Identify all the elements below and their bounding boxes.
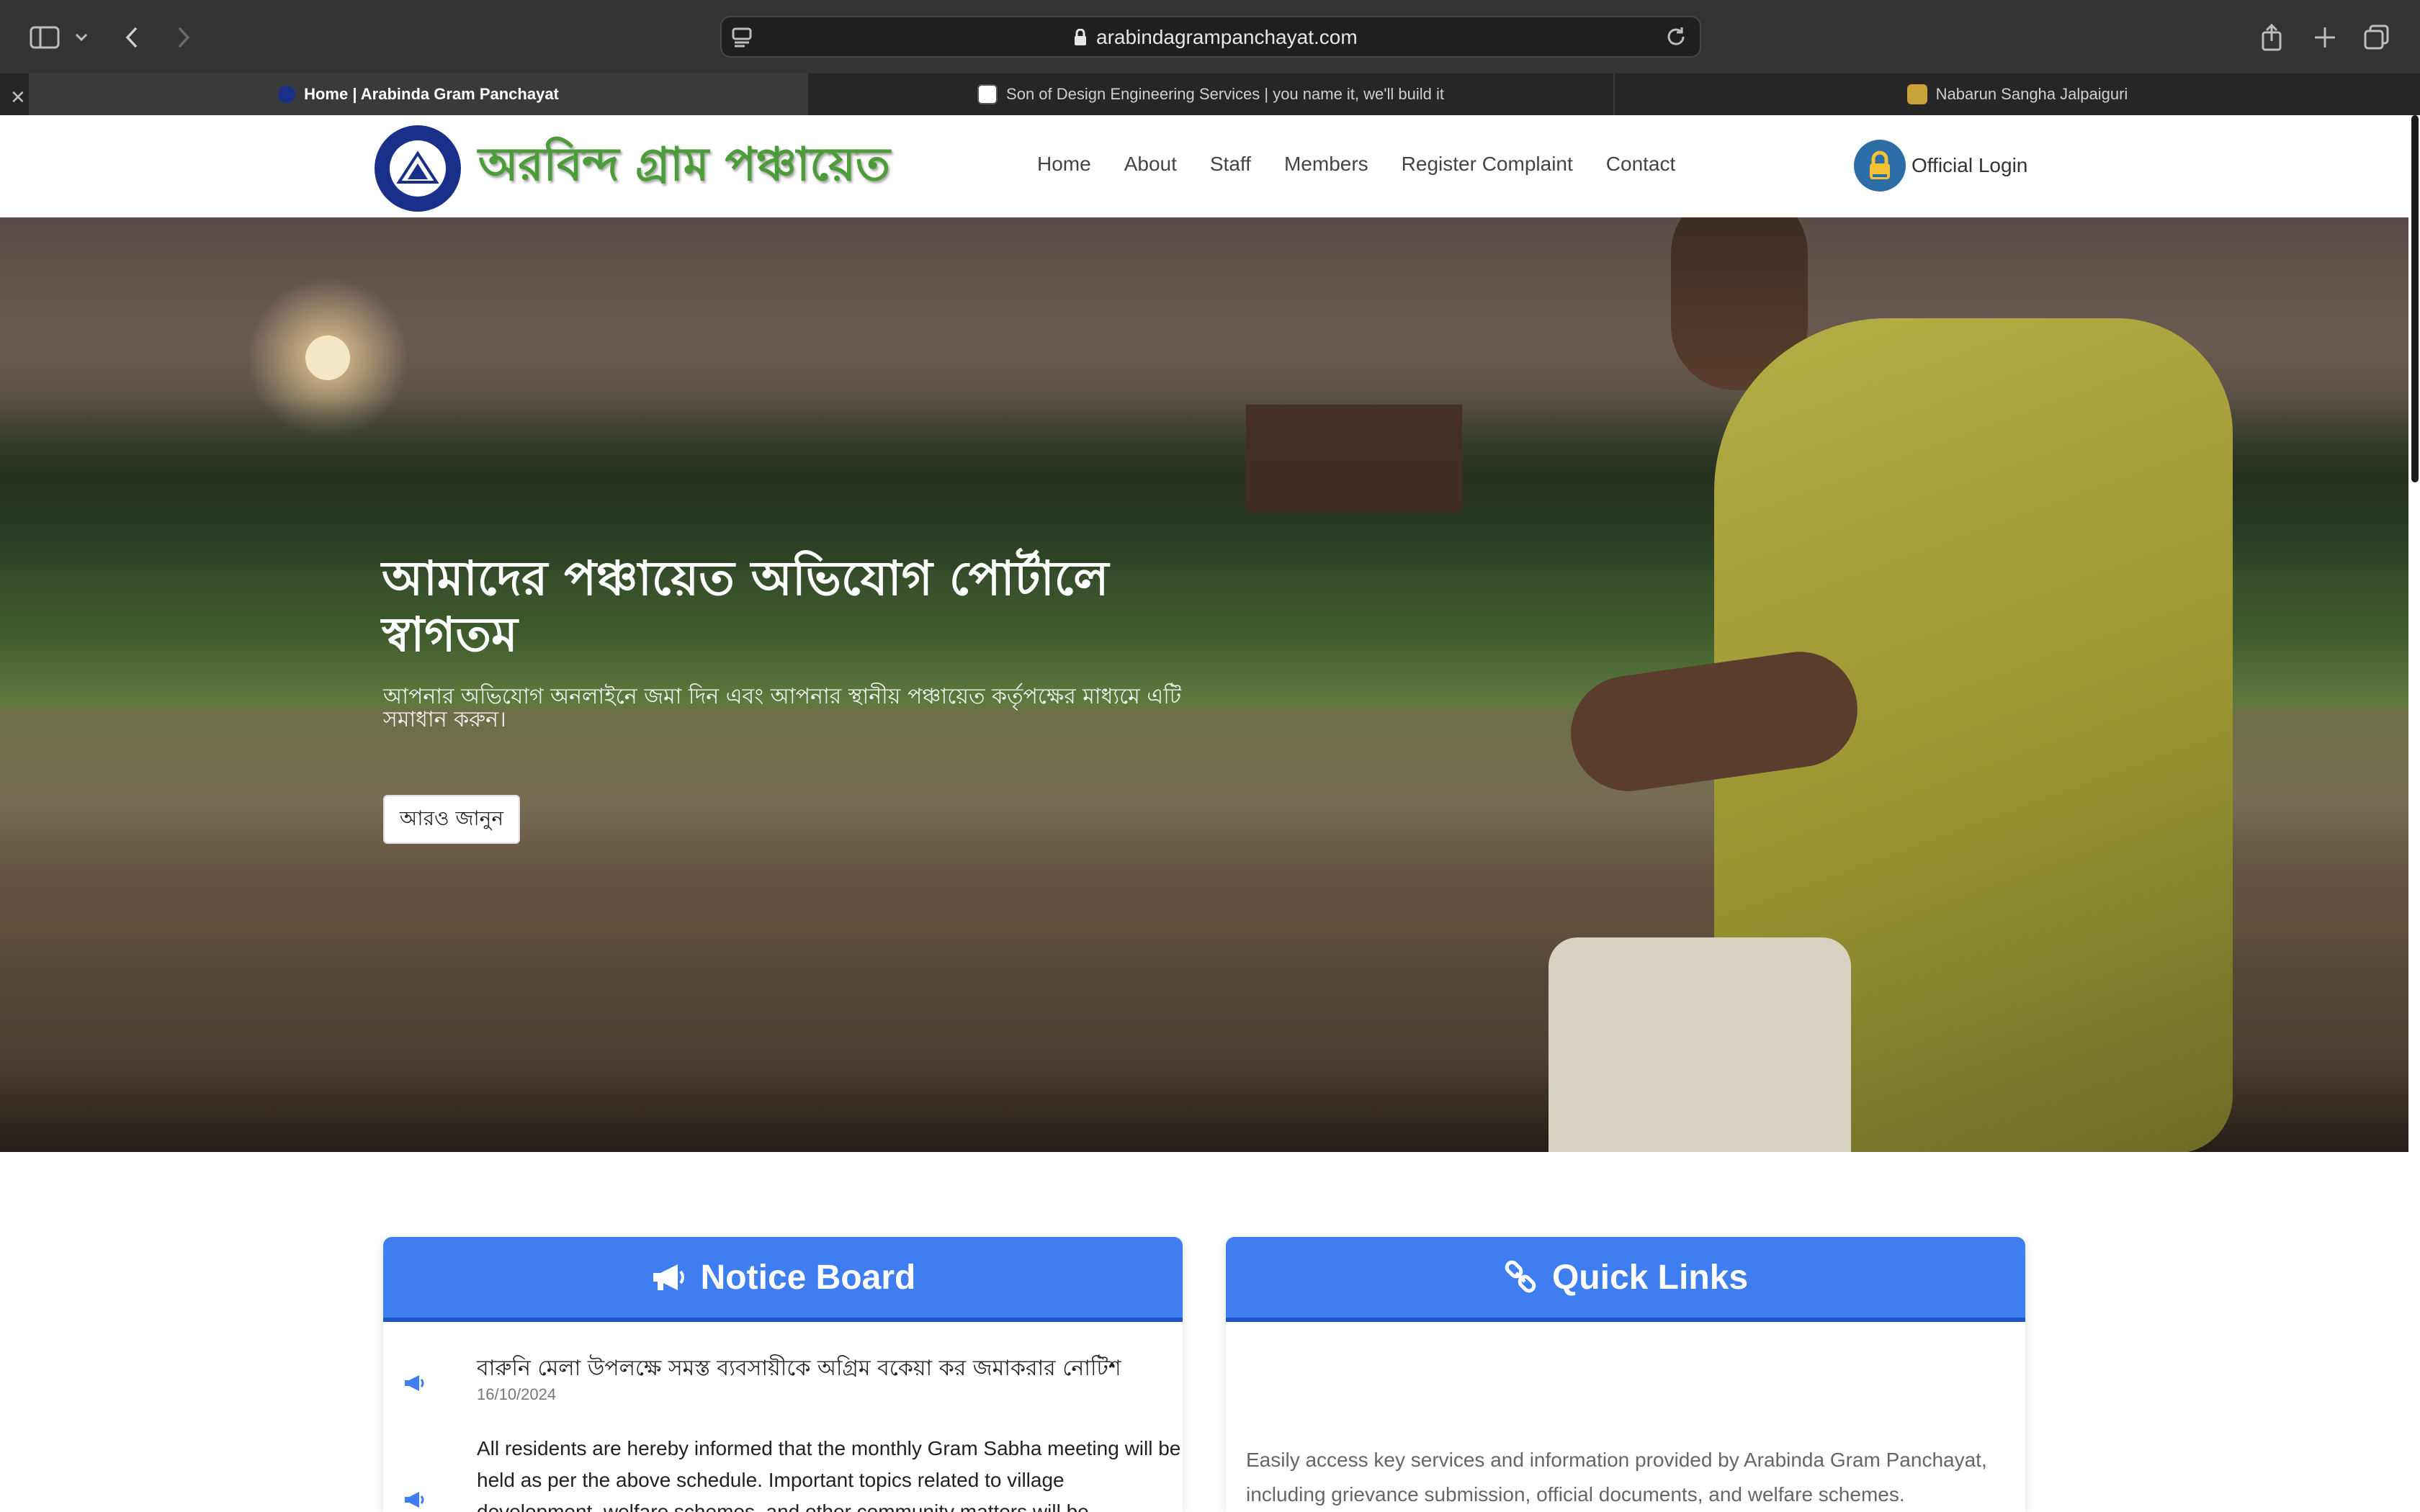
reload-icon[interactable]	[1665, 26, 1687, 51]
tab-label: Nabarun Sangha Jalpaiguri	[1935, 85, 2128, 103]
new-tab-icon[interactable]	[2311, 22, 2339, 53]
notice-board-header: Notice Board	[383, 1237, 1183, 1322]
hero-bucket	[1549, 937, 1851, 1152]
quick-links-card: Quick Links Easily access key services a…	[1226, 1237, 2025, 1512]
hero-title: আমাদের পঞ্চায়েত অভিযোগ পোর্টালে স্বাগতম	[382, 550, 1109, 662]
tab-son-of-design[interactable]: Son of Design Engineering Services | you…	[807, 73, 1613, 115]
panchayat-favicon-icon	[278, 86, 296, 103]
chevron-down-icon[interactable]	[72, 22, 91, 53]
panchayat-logo[interactable]	[375, 125, 461, 212]
login-label: Official Login	[1912, 154, 2028, 176]
quick-links-description: Easily access key services and informati…	[1246, 1449, 1987, 1506]
site-header: অরবিন্দ গ্রাম পঞ্চায়েত Home About Staff…	[0, 115, 2408, 217]
quick-links-header: Quick Links	[1226, 1237, 2025, 1322]
url-text: arabindagrampanchayat.com	[1096, 26, 1358, 48]
reader-icon[interactable]	[732, 27, 753, 51]
back-arrow-icon[interactable]	[121, 22, 143, 53]
site-logo-text[interactable]: অরবিন্দ গ্রাম পঞ্চায়েত	[478, 130, 890, 207]
browser-chrome: arabindagrampanchayat.com ✕ Home | Arabi…	[0, 0, 2420, 115]
tab-home[interactable]: Home | Arabinda Gram Panchayat	[29, 73, 807, 115]
lock-icon	[1073, 28, 1088, 50]
notice-megaphone-icon	[403, 1374, 425, 1396]
tab-label: Son of Design Engineering Services | you…	[1006, 85, 1444, 103]
tab-overview-icon[interactable]	[2362, 22, 2391, 53]
notice-board-title: Notice Board	[700, 1258, 916, 1297]
hero-sun	[305, 336, 350, 380]
notice-date: 16/10/2024	[477, 1385, 557, 1403]
sidebar-toggle-icon[interactable]	[27, 22, 62, 53]
official-login-link[interactable]: Official Login	[1854, 140, 2027, 192]
browser-toolbar: arabindagrampanchayat.com	[0, 0, 2420, 73]
close-tab-icon[interactable]: ✕	[10, 86, 26, 109]
scrollbar-thumb[interactable]	[2411, 115, 2419, 482]
megaphone-icon	[653, 1264, 684, 1290]
son-of-design-favicon-icon	[977, 84, 998, 104]
address-bar[interactable]: arabindagrampanchayat.com	[720, 16, 1701, 58]
padlock-icon	[1854, 140, 1906, 192]
notice-megaphone-icon	[403, 1490, 425, 1512]
tab-label: Home | Arabinda Gram Panchayat	[304, 85, 559, 103]
learn-more-button[interactable]: আরও জানুন	[383, 795, 520, 844]
nav-staff[interactable]: Staff	[1210, 153, 1251, 176]
hero-building	[1246, 405, 1462, 513]
notice-title: বারুনি মেলা উপলক্ষে সমস্ত ব্যবসায়ীকে অগ…	[477, 1356, 1121, 1381]
quick-links-title: Quick Links	[1551, 1258, 1749, 1297]
nav-about[interactable]: About	[1124, 153, 1177, 176]
tab-strip: ✕ Home | Arabinda Gram Panchayat Son of …	[0, 73, 2420, 115]
nav-register-complaint[interactable]: Register Complaint	[1402, 153, 1573, 176]
nav-members[interactable]: Members	[1284, 153, 1368, 176]
nav-home[interactable]: Home	[1037, 153, 1091, 176]
seal-emblem-icon	[390, 140, 446, 197]
notice-body: All residents are hereby informed that t…	[477, 1437, 1181, 1512]
link-icon	[1505, 1260, 1536, 1293]
forward-arrow-icon[interactable]	[173, 22, 194, 53]
hero-subtitle: আপনার অভিযোগ অনলাইনে জমা দিন এবং আপনার স…	[383, 684, 1182, 732]
hero-banner: আমাদের পঞ্চায়েত অভিযোগ পোর্টালে স্বাগতম…	[0, 217, 2408, 1152]
notice-board-card: Notice Board বারুনি মেলা উপলক্ষে সমস্ত ব…	[383, 1237, 1183, 1512]
nav-contact[interactable]: Contact	[1606, 153, 1676, 176]
tab-nabarun[interactable]: Nabarun Sangha Jalpaiguri	[1613, 73, 2420, 115]
page-scrollbar[interactable]	[2408, 115, 2420, 1512]
main-nav: Home About Staff Members Register Compla…	[1037, 153, 1675, 176]
nabarun-favicon-icon	[1906, 84, 1927, 104]
share-icon[interactable]	[2259, 22, 2285, 53]
